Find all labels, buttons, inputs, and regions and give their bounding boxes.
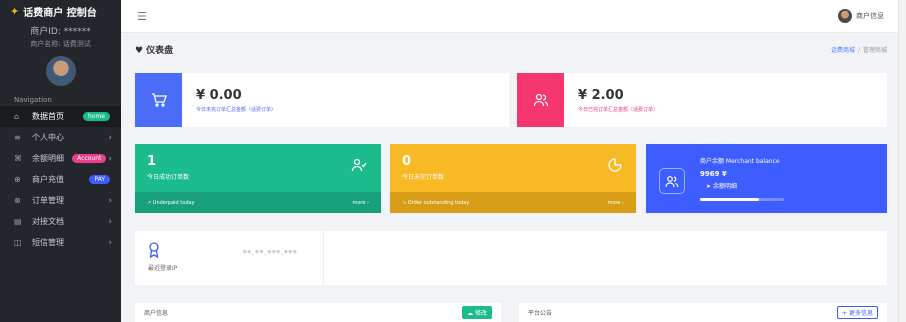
stat-sub: 今日未完订单汇总金额（话费订单） — [196, 106, 277, 113]
home-icon: ⌂ — [14, 112, 20, 121]
sidebar-item-sms[interactable]: ◫ 短信管理 › — [0, 232, 121, 253]
stat-card-finished: ¥ 2.00 今日已完订单汇总金额（话费订单） — [517, 73, 887, 127]
sidebar: ✦ 话费商户 控制台 商户ID: ****** 商户名称: 话费测试 Navig… — [0, 0, 121, 322]
balance-detail-link[interactable]: ➤ 余额明细 — [706, 181, 737, 190]
stat-card-unfinished: ¥ 0.00 今日未完订单汇总金额（话费订单） — [135, 73, 509, 127]
account-badge: Account — [72, 154, 107, 163]
chevron-right-icon: › — [108, 195, 112, 206]
orders-icon: ⊗ — [14, 196, 21, 205]
brand-logo-icon: ✦ — [10, 4, 20, 18]
arrow-right-icon: ➤ — [706, 183, 713, 190]
user-menu[interactable]: 商户信息 — [838, 9, 884, 23]
user-check-icon — [351, 158, 367, 176]
tile-number: 1 — [147, 154, 157, 169]
chevron-right-icon: › — [108, 132, 112, 143]
sidebar-item-label: 短信管理 — [32, 238, 64, 247]
stat-amount: ¥ 2.00 — [578, 87, 624, 103]
sidebar-item-orders[interactable]: ⊗ 订单管理 › — [0, 190, 121, 211]
sidebar-item-label: 数据首页 — [32, 112, 64, 121]
chevron-right-icon: › — [108, 237, 112, 248]
sidebar-item-label: 对接文档 — [32, 217, 64, 226]
topbar: ☰ 商户信息 — [121, 0, 906, 33]
tile-more-link[interactable]: more › — [607, 200, 624, 206]
cart-icon — [135, 73, 182, 127]
main-content: ♥ 仪表盘 话费商城 / 管理商城 — [135, 33, 887, 66]
tile-pending-orders: 0 今日未完订单数 ↘ Order outstanding today more… — [390, 144, 636, 213]
more-info-button[interactable]: + 更多信息 — [837, 306, 878, 319]
sidebar-item-label: 余额明细 — [32, 154, 64, 163]
merchant-info-title: 商户信息 — [144, 310, 169, 317]
award-icon — [148, 242, 160, 262]
breadcrumb-current: 管理商城 — [862, 47, 887, 54]
balance-progress — [700, 198, 784, 201]
document-icon: ▤ — [14, 217, 22, 226]
tile-footer-label: Underpaid today — [152, 199, 195, 206]
tile-more-link[interactable]: more › — [352, 200, 369, 206]
login-ip-label: 最近登录IP — [148, 265, 178, 272]
tile-number: 0 — [402, 154, 412, 169]
sidebar-item-dashboard[interactable]: ⌂ 数据首页 home — [0, 106, 121, 127]
command-icon: ⌘ — [14, 154, 22, 163]
sidebar-item-docs[interactable]: ▤ 对接文档 › — [0, 211, 121, 232]
chevron-right-icon: › — [108, 153, 112, 164]
login-ip-card: 最近登录IP **.**.***.*** — [135, 231, 887, 285]
brand-title: 话费商户 控制台 — [23, 7, 97, 19]
tile-label: 今日未完订单数 — [402, 174, 445, 181]
heart-icon: ♥ — [135, 46, 144, 56]
recharge-icon: ⊕ — [14, 175, 21, 184]
balance-value: 9969 ¥ — [700, 170, 727, 178]
brand[interactable]: ✦ 话费商户 控制台 — [0, 0, 121, 22]
tile-footer-label: Order outstanding today — [407, 199, 470, 206]
tile-success-orders: 1 今日成功订单数 ↗ Underpaid today more › — [135, 144, 381, 213]
tile-footer[interactable]: ↗ Underpaid today more › — [135, 192, 381, 213]
scrollbar[interactable] — [898, 0, 906, 322]
user-avatar — [838, 9, 852, 23]
users-icon — [659, 168, 685, 194]
breadcrumb: 话费商城 / 管理商城 — [830, 47, 887, 54]
menu-toggle-icon[interactable]: ☰ — [137, 10, 147, 23]
tile-label: 今日成功订单数 — [147, 174, 190, 181]
pie-chart-icon — [608, 158, 622, 176]
breadcrumb-home[interactable]: 话费商城 — [831, 47, 855, 54]
announcement-card: 平台公告 + 更多信息 — [519, 303, 887, 322]
avatar[interactable] — [45, 56, 76, 86]
stat-sub: 今日已完订单汇总金额（话费订单） — [578, 106, 659, 113]
sidebar-item-label: 个人中心 — [32, 133, 64, 142]
list-icon: ≡ — [14, 133, 21, 142]
sidebar-item-recharge[interactable]: ⊕ 商户充值 PAY — [0, 169, 121, 190]
sidebar-item-profile[interactable]: ≡ 个人中心 › — [0, 127, 121, 148]
sidebar-item-label: 订单管理 — [32, 196, 64, 205]
login-ip-value: **.**.***.*** — [243, 249, 298, 257]
tile-footer[interactable]: ↘ Order outstanding today more › — [390, 192, 636, 213]
sidebar-item-label: 商户充值 — [32, 175, 64, 184]
sidebar-item-balance[interactable]: ⌘ 余额明细 Account › — [0, 148, 121, 169]
stat-amount: ¥ 0.00 — [196, 87, 242, 103]
sms-icon: ◫ — [14, 238, 22, 247]
home-badge: home — [82, 112, 110, 121]
nav-title: Navigation — [14, 96, 52, 104]
page-title: ♥ 仪表盘 — [135, 46, 174, 56]
user-label: 商户信息 — [856, 12, 884, 20]
balance-card: 商户余额 Merchant balance 9969 ¥ ➤ 余额明细 — [646, 144, 887, 213]
merchant-info-card: 商户信息 ☁ 修改 — [135, 303, 501, 322]
balance-title: 商户余额 Merchant balance — [700, 158, 780, 165]
merchant-id: 商户ID: ****** — [30, 27, 91, 37]
pay-badge: PAY — [89, 175, 110, 184]
chevron-right-icon: › — [108, 216, 112, 227]
sidebar-nav: ⌂ 数据首页 home ≡ 个人中心 › ⌘ 余额明细 Account › ⊕ … — [0, 106, 121, 253]
users-icon — [517, 73, 564, 127]
merchant-name: 商户名称: 话费测试 — [30, 40, 91, 48]
edit-button[interactable]: ☁ 修改 — [462, 306, 492, 319]
cloud-icon: ☁ — [467, 310, 475, 317]
announcement-title: 平台公告 — [528, 310, 553, 317]
